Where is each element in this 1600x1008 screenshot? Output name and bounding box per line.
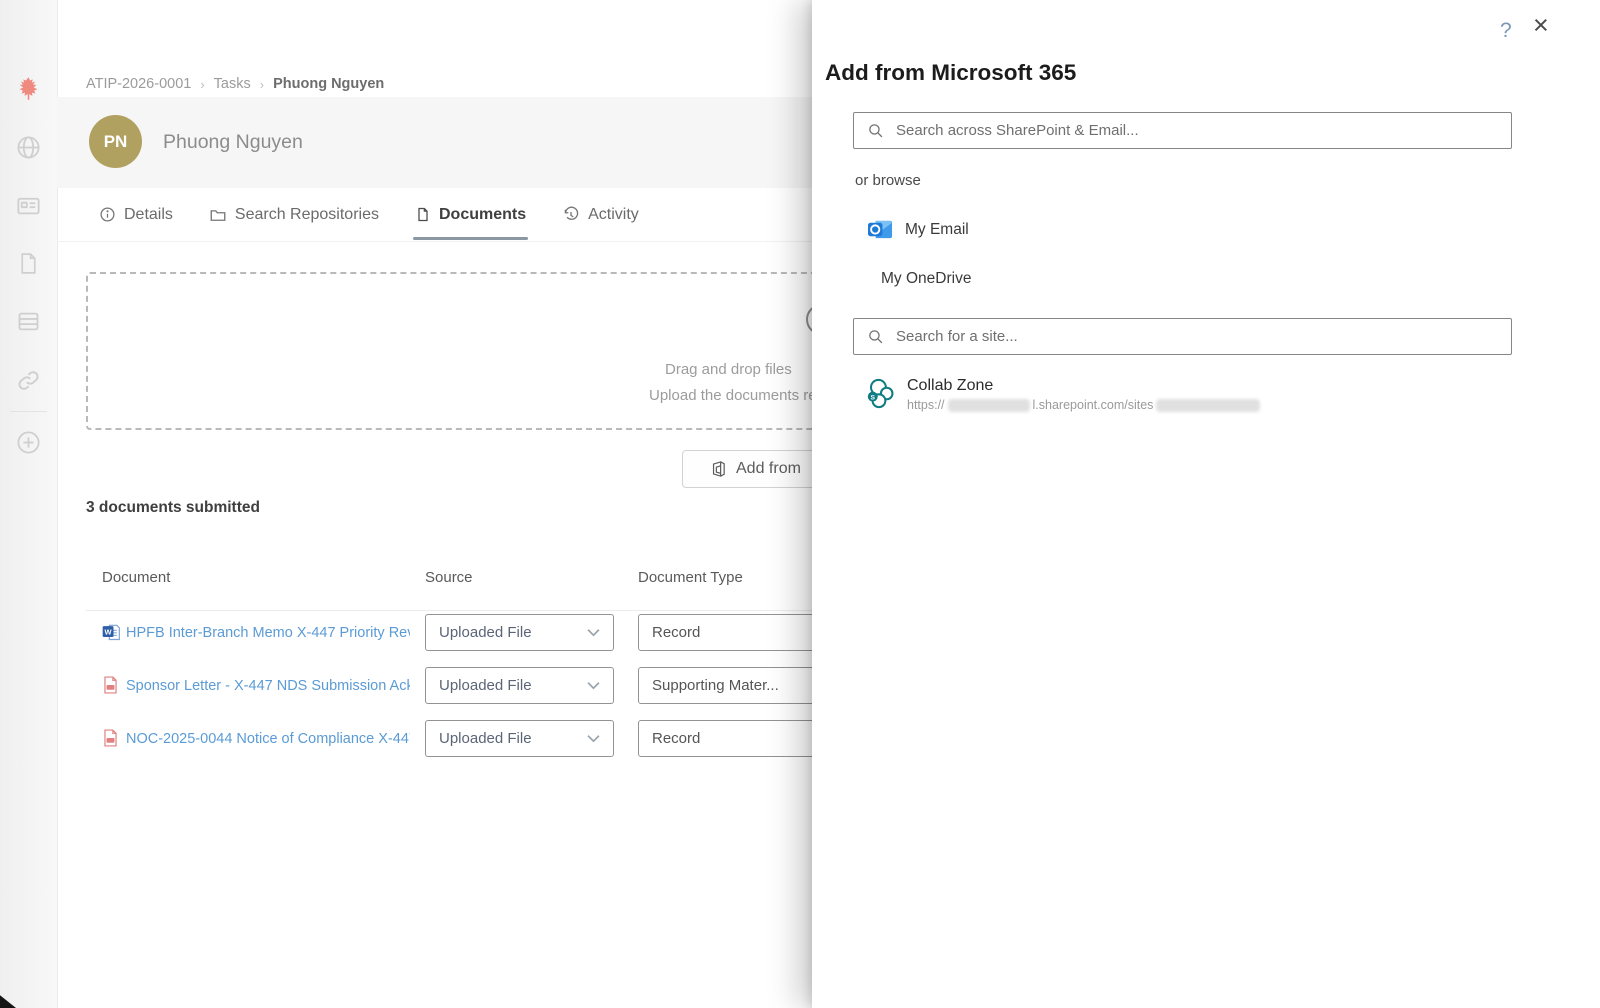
redacted-url-segment — [1156, 399, 1260, 412]
link-icon[interactable] — [14, 366, 43, 395]
plus-circle-icon[interactable] — [14, 428, 43, 457]
pdf-file-icon: PDF — [101, 728, 120, 753]
site-searchbox — [853, 318, 1512, 355]
site-result-item[interactable]: S Collab Zone https:// l.sharepoint.com/… — [865, 377, 1260, 412]
tab-label: Details — [124, 206, 173, 224]
avatar: PN — [89, 115, 142, 168]
search-input[interactable] — [894, 121, 1511, 140]
svg-text:S: S — [871, 395, 876, 402]
document-link[interactable]: HPFB Inter-Branch Memo X-447 Priority Re… — [126, 614, 410, 651]
breadcrumb-current: Phuong Nguyen — [273, 76, 384, 92]
my-email-label: My Email — [905, 221, 969, 239]
history-icon — [562, 206, 580, 224]
app-window: ATIP-2026-0001 › Tasks › Phuong Nguyen P… — [0, 0, 1600, 1008]
chevron-down-icon — [587, 734, 600, 743]
help-icon[interactable]: ? — [1500, 19, 1512, 43]
breadcrumb-tasks-link[interactable]: Tasks — [214, 76, 251, 92]
globe-icon[interactable] — [14, 133, 43, 162]
avatar-initials: PN — [104, 132, 128, 152]
sharepoint-icon: S — [865, 377, 896, 410]
add-from-m365-panel: ? × Add from Microsoft 365 or browse My … — [812, 0, 1600, 1008]
active-tab-underline — [413, 237, 528, 240]
outlook-icon — [867, 217, 894, 242]
source-value: Uploaded File — [439, 624, 532, 641]
chevron-down-icon — [587, 681, 600, 690]
source-select[interactable]: Uploaded File — [425, 667, 614, 704]
search-icon — [867, 122, 884, 139]
tab-bar: Details Search Repositories Documents Ac… — [99, 188, 639, 241]
chevron-down-icon — [587, 628, 600, 637]
panel-title: Add from Microsoft 365 — [825, 60, 1076, 86]
site-name: Collab Zone — [907, 377, 993, 394]
my-email-item[interactable]: My Email — [867, 217, 969, 242]
word-file-icon: W — [101, 622, 121, 647]
document-icon[interactable] — [14, 249, 43, 278]
tab-label: Documents — [439, 206, 526, 224]
documents-count: 3 documents submitted — [86, 499, 260, 517]
tab-documents[interactable]: Documents — [415, 188, 526, 241]
document-link[interactable]: NOC-2025-0044 Notice of Compliance X-447 — [126, 720, 410, 757]
or-browse-label: or browse — [855, 172, 921, 189]
close-icon[interactable]: × — [1533, 12, 1549, 39]
source-select[interactable]: Uploaded File — [425, 720, 614, 757]
source-value: Uploaded File — [439, 677, 532, 694]
office-icon — [710, 460, 727, 478]
dropzone-line2: Upload the documents req — [649, 387, 825, 404]
site-search-input[interactable] — [894, 327, 1511, 346]
maple-leaf-icon[interactable] — [14, 74, 43, 103]
rail-divider — [10, 411, 47, 412]
source-select[interactable]: Uploaded File — [425, 614, 614, 651]
tab-details[interactable]: Details — [99, 188, 173, 241]
my-onedrive-label: My OneDrive — [881, 270, 971, 288]
redacted-url-segment — [948, 399, 1030, 412]
add-from-label: Add from — [736, 460, 801, 478]
id-card-icon[interactable] — [14, 191, 43, 220]
document-link[interactable]: Sponsor Letter - X-447 NDS Submission Ac… — [126, 667, 410, 704]
pdf-file-icon: PDF — [101, 675, 120, 700]
svg-text:W: W — [105, 627, 113, 636]
doctype-value: Supporting Mater... — [652, 677, 779, 694]
dropzone-line1: Drag and drop files — [665, 361, 792, 378]
search-icon — [867, 328, 884, 345]
breadcrumb-separator: › — [200, 77, 204, 92]
svg-text:PDF: PDF — [107, 686, 114, 690]
breadcrumb: ATIP-2026-0001 › Tasks › Phuong Nguyen — [86, 76, 384, 92]
doctype-value: Record — [652, 730, 700, 747]
my-onedrive-item[interactable]: My OneDrive — [881, 270, 971, 288]
column-header-source: Source — [425, 569, 473, 586]
info-icon — [99, 206, 116, 223]
tab-label: Activity — [588, 206, 639, 224]
column-header-doctype: Document Type — [638, 569, 743, 586]
tab-label: Search Repositories — [235, 206, 379, 224]
tab-search-repositories[interactable]: Search Repositories — [209, 188, 379, 241]
site-url: https:// l.sharepoint.com/sites — [907, 398, 1260, 412]
site-url-mid: l.sharepoint.com/sites — [1033, 398, 1154, 412]
page-icon — [415, 206, 431, 223]
table-icon[interactable] — [14, 307, 43, 336]
site-url-prefix: https:// — [907, 398, 945, 412]
tab-activity[interactable]: Activity — [562, 188, 639, 241]
column-header-document: Document — [102, 569, 170, 586]
breadcrumb-separator: › — [260, 77, 264, 92]
source-value: Uploaded File — [439, 730, 532, 747]
page-title: Phuong Nguyen — [163, 97, 303, 188]
breadcrumb-case-link[interactable]: ATIP-2026-0001 — [86, 76, 191, 92]
sharepoint-email-searchbox — [853, 112, 1512, 149]
svg-text:PDF: PDF — [107, 739, 114, 743]
left-nav-rail — [0, 0, 58, 1008]
doctype-value: Record — [652, 624, 700, 641]
folder-icon — [209, 206, 227, 224]
